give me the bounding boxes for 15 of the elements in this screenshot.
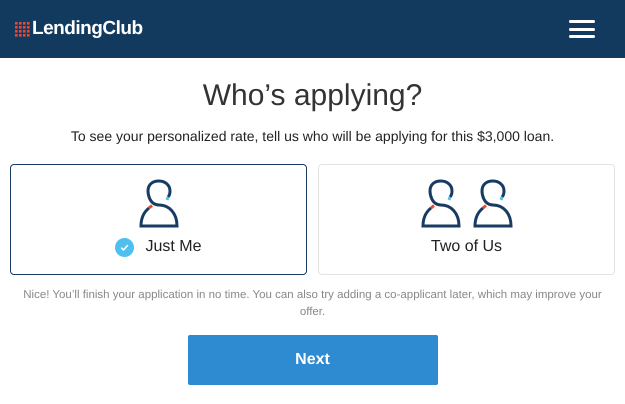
next-button[interactable]: Next (188, 335, 438, 385)
option-label: Two of Us (430, 237, 502, 257)
info-note: Nice! You’ll finish your application in no time. You can also try adding a co-applicant later, which may improve your offer. (22, 288, 603, 320)
applicant-option[interactable]: Two of Us (318, 164, 615, 275)
subtitle: To see your personalized rate, tell us who will be applying for this $3,000 loan. (70, 127, 556, 146)
option-label: Just Me (145, 237, 202, 257)
check-circle-icon (115, 238, 134, 256)
applicant-option[interactable]: Just Me (10, 164, 307, 275)
menu-icon[interactable] (569, 20, 595, 38)
person-icon (420, 179, 460, 229)
person-icon (472, 179, 512, 229)
dot-grid-icon (15, 22, 30, 36)
person-icon (138, 179, 178, 229)
logo-text: LendingClub (32, 16, 143, 41)
page-title: Who’s applying? (202, 78, 424, 114)
